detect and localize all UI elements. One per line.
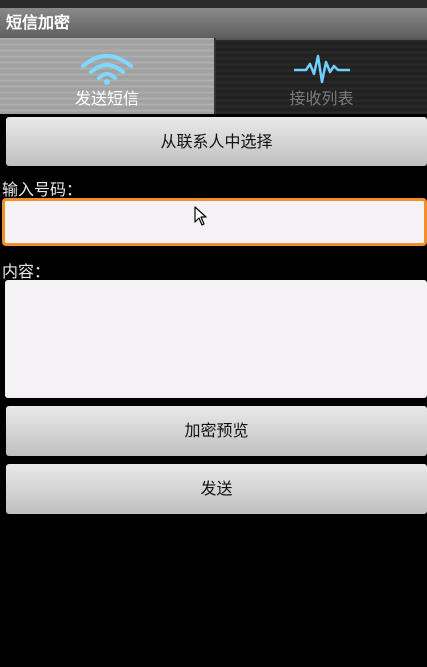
message-content-input[interactable] — [5, 280, 427, 398]
wifi-signal-icon — [77, 50, 137, 90]
content-label: 内容： — [2, 262, 51, 281]
number-label: 输入号码： — [2, 180, 83, 199]
tab-bar: 发送短信 接收列表 — [0, 38, 427, 114]
phone-number-input[interactable] — [2, 198, 427, 246]
tab-label: 接收列表 — [289, 89, 354, 108]
mouse-pointer-icon — [194, 206, 208, 230]
status-bar — [0, 0, 427, 8]
tab-label: 发送短信 — [74, 89, 139, 108]
tab-send-sms[interactable]: 发送短信 — [0, 38, 216, 114]
send-button[interactable]: 发送 — [6, 464, 427, 514]
encrypt-preview-button[interactable]: 加密预览 — [6, 406, 427, 456]
app-title: 短信加密 — [0, 8, 427, 38]
select-from-contacts-button[interactable]: 从联系人中选择 — [6, 117, 427, 166]
tab-receive-list[interactable]: 接收列表 — [216, 38, 427, 114]
